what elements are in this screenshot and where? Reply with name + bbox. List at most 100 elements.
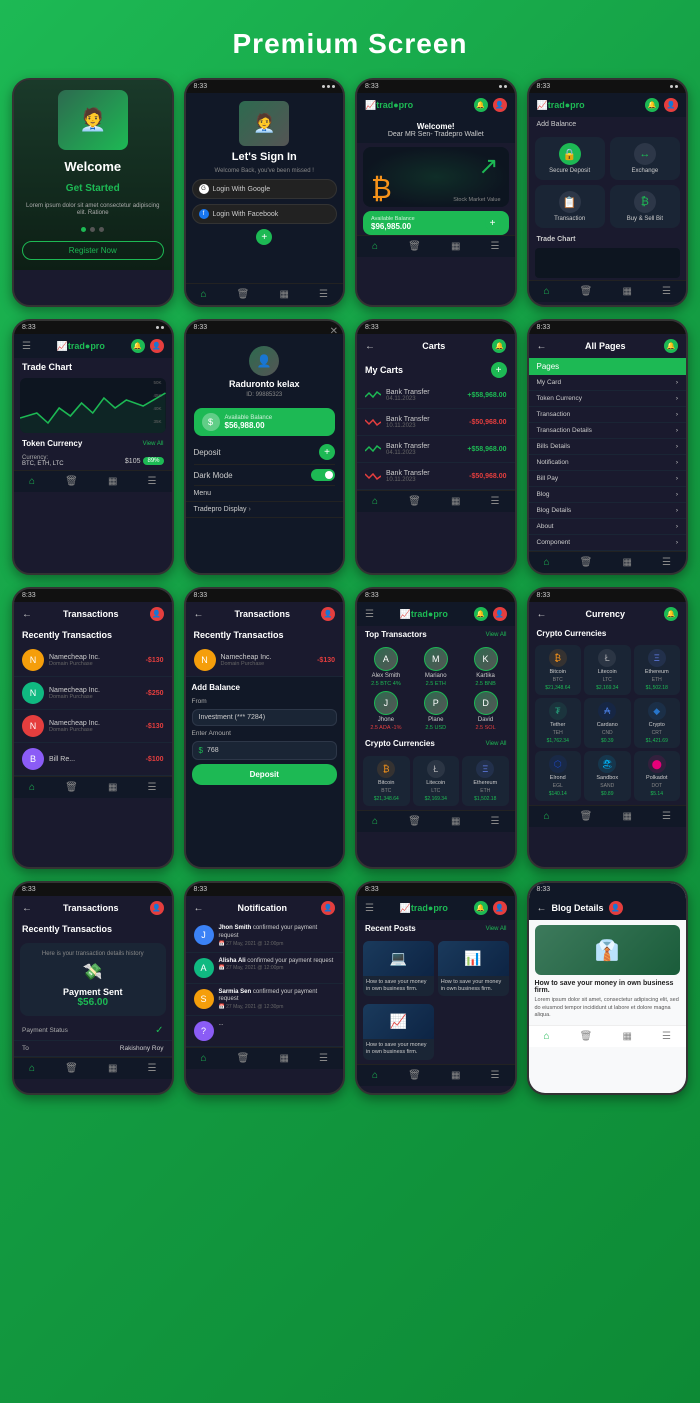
nav-menu-tt[interactable]: ☰ bbox=[490, 816, 499, 827]
profile-ab[interactable]: 👤 bbox=[321, 607, 335, 621]
nav-grid-qa[interactable]: ▦ bbox=[622, 286, 631, 297]
page-item-blog[interactable]: Blog› bbox=[529, 487, 687, 503]
elrond-item[interactable]: ⬡ Elrond EGL $140.14 bbox=[535, 751, 582, 801]
close-icon-profile[interactable]: ✕ bbox=[330, 326, 338, 337]
deposit-add-button[interactable]: + bbox=[319, 444, 335, 460]
nav-trash-tt[interactable]: 🗑 bbox=[408, 816, 421, 827]
eth-item-tt[interactable]: Ξ Ethereum ETH $1,502.18 bbox=[462, 756, 509, 806]
nav-grid-icon[interactable]: ▦ bbox=[279, 289, 288, 300]
back-arrow-ab[interactable]: ← bbox=[194, 609, 204, 620]
nav-grid-carts[interactable]: ▦ bbox=[451, 496, 460, 507]
nav-home-bd[interactable]: ⌂ bbox=[544, 1031, 550, 1042]
menu-icon-tc[interactable]: ☰ bbox=[22, 341, 31, 352]
page-item-tx-detail[interactable]: Transaction Details› bbox=[529, 423, 687, 439]
buy-sell-card[interactable]: ₿ Buy & Sell Bit bbox=[610, 185, 680, 228]
view-all-tt[interactable]: View All bbox=[486, 632, 507, 638]
bell-tc[interactable]: 🔔 bbox=[131, 339, 145, 353]
nav-home-tc[interactable]: ⌂ bbox=[29, 476, 35, 487]
nav-home-txd[interactable]: ⌂ bbox=[29, 1063, 35, 1074]
page-item-about[interactable]: About› bbox=[529, 519, 687, 535]
nav-home-tt[interactable]: ⌂ bbox=[372, 816, 378, 827]
ltc-item-tt[interactable]: Ł Litecoin LTC $2,169.34 bbox=[413, 756, 460, 806]
nav-grid-txl[interactable]: ▦ bbox=[108, 782, 117, 793]
blog-post-3[interactable]: 📈 How to save your money in own business… bbox=[363, 1004, 434, 1059]
sandbox-item[interactable]: 🏖 Sandbox SAND $0.89 bbox=[584, 751, 631, 801]
page-item-blog-detail[interactable]: Blog Details› bbox=[529, 503, 687, 519]
menu-icon-tt[interactable]: ☰ bbox=[365, 609, 374, 620]
bell-pages[interactable]: 🔔 bbox=[664, 339, 678, 353]
tether-item[interactable]: ₮ Tether TEH $1,762.34 bbox=[535, 698, 582, 748]
nav-home-txl[interactable]: ⌂ bbox=[29, 782, 35, 793]
nav-grid-blog[interactable]: ▦ bbox=[451, 1070, 460, 1081]
blog-post-2[interactable]: 📊 How to save your money in own business… bbox=[438, 941, 509, 996]
blog-post-1[interactable]: 💻 How to save your money in own business… bbox=[363, 941, 434, 996]
google-login-button[interactable]: G Login With Google bbox=[192, 179, 338, 199]
nav-grid-dash[interactable]: ▦ bbox=[451, 241, 460, 252]
add-cart-button[interactable]: + bbox=[491, 362, 507, 378]
nav-trash-bd[interactable]: 🗑 bbox=[580, 1031, 593, 1042]
page-item-my-card[interactable]: My Card› bbox=[529, 375, 687, 391]
btc-item-tt[interactable]: ₿ Bitcoin BTC $21,348.64 bbox=[363, 756, 410, 806]
nav-trash-dash[interactable]: 🗑 bbox=[408, 241, 421, 252]
nav-menu-blog[interactable]: ☰ bbox=[490, 1070, 499, 1081]
nav-menu-txd[interactable]: ☰ bbox=[147, 1063, 156, 1074]
polkadot-item[interactable]: ⬤ Polkadot DOT $5.14 bbox=[634, 751, 681, 801]
nav-menu-notif[interactable]: ☰ bbox=[319, 1053, 328, 1064]
bell-qa[interactable]: 🔔 bbox=[645, 98, 659, 112]
dark-mode-toggle[interactable] bbox=[311, 469, 335, 481]
profile-icon[interactable]: 👤 bbox=[493, 98, 507, 112]
back-arrow-bd[interactable]: ← bbox=[537, 903, 547, 914]
bell-blog[interactable]: 🔔 bbox=[474, 901, 488, 915]
profile-blog[interactable]: 👤 bbox=[493, 901, 507, 915]
profile-tc[interactable]: 👤 bbox=[150, 339, 164, 353]
nav-menu-txl[interactable]: ☰ bbox=[147, 782, 156, 793]
bell-carts[interactable]: 🔔 bbox=[492, 339, 506, 353]
nav-trash-crypto[interactable]: 🗑 bbox=[580, 811, 593, 822]
nav-grid-tc[interactable]: ▦ bbox=[108, 476, 117, 487]
back-arrow-txd[interactable]: ← bbox=[22, 903, 32, 914]
page-item-component[interactable]: Component› bbox=[529, 535, 687, 551]
back-arrow-pages[interactable]: ← bbox=[537, 341, 547, 352]
register-button[interactable]: Register Now bbox=[22, 241, 164, 260]
profile-txl[interactable]: 👤 bbox=[150, 607, 164, 621]
nav-menu-icon[interactable]: ☰ bbox=[319, 289, 328, 300]
nav-home-icon[interactable]: ⌂ bbox=[201, 289, 207, 300]
nav-menu-crypto[interactable]: ☰ bbox=[662, 811, 671, 822]
back-arrow-carts[interactable]: ← bbox=[365, 341, 375, 352]
crypto-coin-item[interactable]: ◆ Crypto CRT $1,421.69 bbox=[634, 698, 681, 748]
nav-trash-txl[interactable]: 🗑 bbox=[65, 782, 78, 793]
nav-menu-pages[interactable]: ☰ bbox=[662, 557, 671, 568]
nav-trash-blog[interactable]: 🗑 bbox=[408, 1070, 421, 1081]
add-balance-button[interactable]: + bbox=[485, 215, 501, 231]
nav-grid-tt[interactable]: ▦ bbox=[451, 816, 460, 827]
nav-trash-txd[interactable]: 🗑 bbox=[65, 1063, 78, 1074]
nav-menu-carts[interactable]: ☰ bbox=[490, 496, 499, 507]
exchange-card[interactable]: ↔ Exchange bbox=[610, 137, 680, 180]
profile-qa[interactable]: 👤 bbox=[664, 98, 678, 112]
nav-home-notif[interactable]: ⌂ bbox=[201, 1053, 207, 1064]
bell-crypto[interactable]: 🔔 bbox=[664, 607, 678, 621]
nav-menu-bd[interactable]: ☰ bbox=[662, 1031, 671, 1042]
view-all-crypto[interactable]: View All bbox=[486, 741, 507, 747]
nav-grid-pages[interactable]: ▦ bbox=[622, 557, 631, 568]
nav-grid-txd[interactable]: ▦ bbox=[108, 1063, 117, 1074]
nav-trash-notif[interactable]: 🗑 bbox=[237, 1053, 250, 1064]
nav-trash-pages[interactable]: 🗑 bbox=[580, 557, 593, 568]
from-input[interactable] bbox=[192, 709, 338, 726]
nav-home-qa[interactable]: ⌂ bbox=[544, 286, 550, 297]
profile-tt[interactable]: 👤 bbox=[493, 607, 507, 621]
profile-notif[interactable]: 👤 bbox=[321, 901, 335, 915]
page-item-bill-pay[interactable]: Bill Pay› bbox=[529, 471, 687, 487]
litecoin-item[interactable]: Ł Litecoin LTC $2,169.34 bbox=[584, 645, 631, 695]
nav-home-pages[interactable]: ⌂ bbox=[544, 557, 550, 568]
view-all-blog[interactable]: View All bbox=[486, 926, 507, 932]
nav-trash-carts[interactable]: 🗑 bbox=[408, 496, 421, 507]
secure-deposit-card[interactable]: 🔒 Secure Deposit bbox=[535, 137, 605, 180]
bitcoin-item[interactable]: ₿ Bitcoin BTC $21,348.64 bbox=[535, 645, 582, 695]
nav-trash-tc[interactable]: 🗑 bbox=[65, 476, 78, 487]
bell-icon[interactable]: 🔔 bbox=[474, 98, 488, 112]
back-arrow-txl[interactable]: ← bbox=[22, 609, 32, 620]
page-item-bills[interactable]: Bills Details› bbox=[529, 439, 687, 455]
page-item-notif[interactable]: Notification› bbox=[529, 455, 687, 471]
nav-grid-bd[interactable]: ▦ bbox=[622, 1031, 631, 1042]
